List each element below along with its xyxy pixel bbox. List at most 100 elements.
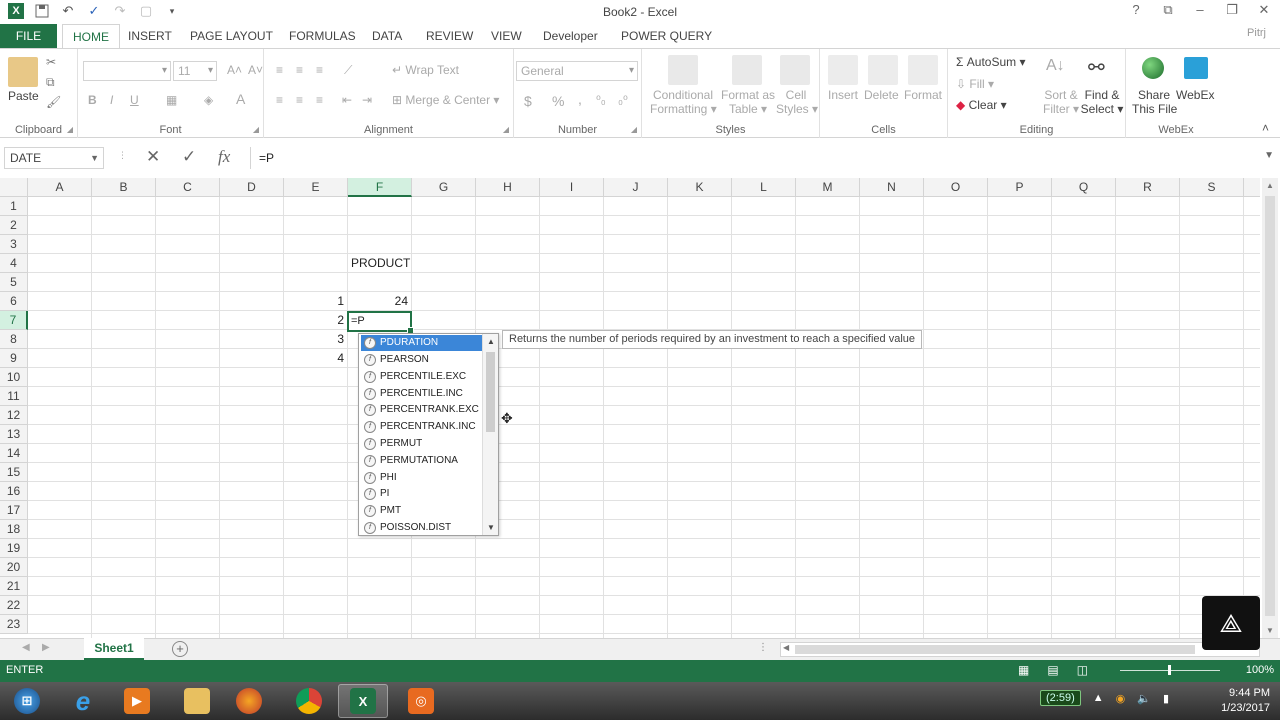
decrease-indent-icon[interactable]: ⇤ [342,93,352,107]
row-header[interactable]: 17 [0,501,28,520]
tray-app-icon[interactable]: ◉ [1116,692,1126,705]
cell-E7[interactable]: 2 [284,311,344,330]
merge-center-button[interactable]: ⊞ Merge & Center ▾ [392,93,499,107]
page-layout-view-icon[interactable]: ▤ [1047,663,1058,677]
taskbar-ie[interactable]: e [58,684,108,718]
scrollbar-thumb[interactable] [486,352,495,432]
percent-button[interactable]: % [552,93,564,109]
align-top-icon[interactable]: ≡ [276,63,283,77]
autocomplete-item[interactable]: f PERMUT [361,436,482,452]
autocomplete-item[interactable]: f POISSON.DIST [361,520,482,536]
scrollbar-thumb[interactable] [795,645,1195,654]
fill-color-icon[interactable]: ◈ [204,93,213,107]
row-header[interactable]: 4 [0,254,28,273]
format-painter-icon[interactable]: 🖌 [46,95,61,109]
column-header[interactable]: P [988,178,1052,197]
align-middle-icon[interactable]: ≡ [296,63,303,77]
row-header[interactable]: 9 [0,349,28,368]
tab-data[interactable]: DATA [362,24,412,48]
column-header[interactable]: R [1116,178,1180,197]
tab-insert[interactable]: INSERT [118,24,182,48]
tab-power-query[interactable]: POWER QUERY [611,24,722,48]
column-header[interactable]: O [924,178,988,197]
scroll-left-icon[interactable]: ◀ [783,643,789,652]
row-header[interactable]: 6 [0,292,28,311]
row-header[interactable]: 12 [0,406,28,425]
row-header[interactable]: 3 [0,235,28,254]
row-header[interactable]: 2 [0,216,28,235]
shrink-font-icon[interactable]: A˅ [248,63,263,77]
delete-cells-button[interactable]: Delete [864,88,899,102]
zoom-slider[interactable] [1120,665,1220,675]
row-header-selected[interactable]: 7 [0,311,28,330]
find-select-button[interactable]: Find & Select ▾ [1080,88,1124,116]
row-header[interactable]: 5 [0,273,28,292]
show-hidden-icons-icon[interactable]: ▲ [1093,692,1104,704]
autocomplete-item[interactable]: f PERCENTRANK.INC [361,419,482,435]
confirm-entry-button[interactable]: ✓ [182,147,196,167]
row-header[interactable]: 10 [0,368,28,387]
column-header[interactable]: B [92,178,156,197]
restore-icon[interactable]: ❐ [1224,2,1240,18]
row-header[interactable]: 21 [0,577,28,596]
autocomplete-item[interactable]: f PI [361,486,482,502]
scroll-up-icon[interactable]: ▲ [1262,181,1278,190]
font-color-button[interactable]: A [236,91,245,107]
column-header[interactable]: A [28,178,92,197]
worksheet-grid[interactable] [28,197,1260,638]
row-header[interactable]: 19 [0,539,28,558]
taskbar-media[interactable]: ▶ [112,684,162,718]
column-header[interactable]: E [284,178,348,197]
zoom-slider-knob[interactable] [1168,665,1171,675]
sheet-nav-next-icon[interactable]: ▶ [42,642,50,653]
scroll-up-icon[interactable]: ▲ [483,337,499,346]
increase-decimal-icon[interactable]: ⁰₀ [596,93,606,107]
tab-developer[interactable]: Developer [533,24,608,48]
tab-home[interactable]: HOME [62,24,120,49]
scroll-down-icon[interactable]: ▼ [483,523,499,532]
tab-view[interactable]: VIEW [481,24,532,48]
column-header[interactable]: I [540,178,604,197]
row-header[interactable]: 1 [0,197,28,216]
scrollbar-thumb[interactable] [1265,196,1275,616]
taskbar-chrome[interactable] [284,684,334,718]
page-break-view-icon[interactable]: ◫ [1077,663,1088,677]
paste-button[interactable]: Paste [8,89,39,103]
orientation-icon[interactable]: ⟋ [344,63,352,78]
autocomplete-item[interactable]: f PEARSON [361,352,482,368]
cell-E8[interactable]: 3 [284,330,344,349]
column-header[interactable]: N [860,178,924,197]
font-launcher-icon[interactable]: ◢ [253,125,259,134]
taskbar-clock[interactable]: 9:44 PM 1/23/2017 [1221,686,1270,716]
expand-formula-bar-icon[interactable]: ▼ [1264,150,1274,161]
help-icon[interactable]: ? [1128,2,1144,18]
wrap-text-button[interactable]: ↵ Wrap Text [392,63,459,77]
sheet-tab-active[interactable]: Sheet1 [84,638,144,660]
number-launcher-icon[interactable]: ◢ [631,125,637,134]
borders-icon[interactable]: ▦ [166,93,177,107]
clipboard-launcher-icon[interactable]: ◢ [67,125,73,134]
row-header[interactable]: 14 [0,444,28,463]
align-left-icon[interactable]: ≡ [276,93,283,107]
row-header[interactable]: 22 [0,596,28,615]
name-box[interactable]: DATE ▼ [4,147,104,169]
decrease-decimal-icon[interactable]: ₀⁰ [618,93,628,107]
autocomplete-item[interactable]: f PHI [361,470,482,486]
volume-icon[interactable]: 🔈 [1137,692,1151,705]
autocomplete-item[interactable]: f PERCENTRANK.EXC [361,402,482,418]
align-center-icon[interactable]: ≡ [296,93,303,107]
user-account[interactable]: Pitrj [1247,27,1266,39]
horizontal-scrollbar[interactable]: ◀ [780,642,1260,657]
row-header[interactable]: 13 [0,425,28,444]
cut-icon[interactable]: ✂ [46,55,56,69]
tab-review[interactable]: REVIEW [416,24,483,48]
bold-button[interactable]: B [88,93,97,107]
select-all-corner[interactable] [0,178,28,197]
currency-button[interactable]: $ [524,93,532,109]
column-header[interactable]: Q [1052,178,1116,197]
insert-function-button[interactable]: fx [218,147,230,167]
autocomplete-item[interactable]: f PMT [361,503,482,519]
formula-input[interactable]: =P [250,147,1260,169]
autocomplete-scrollbar[interactable]: ▲ ▼ [482,334,498,535]
collapse-ribbon-icon[interactable]: ˄ [1262,121,1269,135]
